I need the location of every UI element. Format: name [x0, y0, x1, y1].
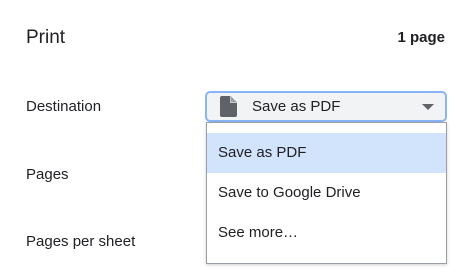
menu-item-save-to-google-drive[interactable]: Save to Google Drive	[207, 173, 446, 213]
document-icon	[220, 96, 237, 117]
print-dialog: Print 1 page Destination Pages Pages per…	[0, 0, 470, 276]
destination-label: Destination	[26, 98, 102, 115]
menu-item-save-as-pdf[interactable]: Save as PDF	[207, 133, 446, 173]
destination-selected-value: Save as PDF	[252, 97, 341, 115]
pages-label: Pages	[26, 166, 69, 183]
chevron-down-icon	[422, 103, 434, 111]
page-count: 1 page	[397, 29, 445, 46]
dialog-title: Print	[26, 27, 66, 48]
destination-dropdown-menu: Save as PDF Save to Google Drive See mor…	[206, 122, 447, 264]
menu-item-see-more[interactable]: See more…	[207, 213, 446, 253]
destination-select[interactable]: Save as PDF	[205, 91, 447, 122]
pages-per-sheet-label: Pages per sheet	[26, 233, 136, 250]
